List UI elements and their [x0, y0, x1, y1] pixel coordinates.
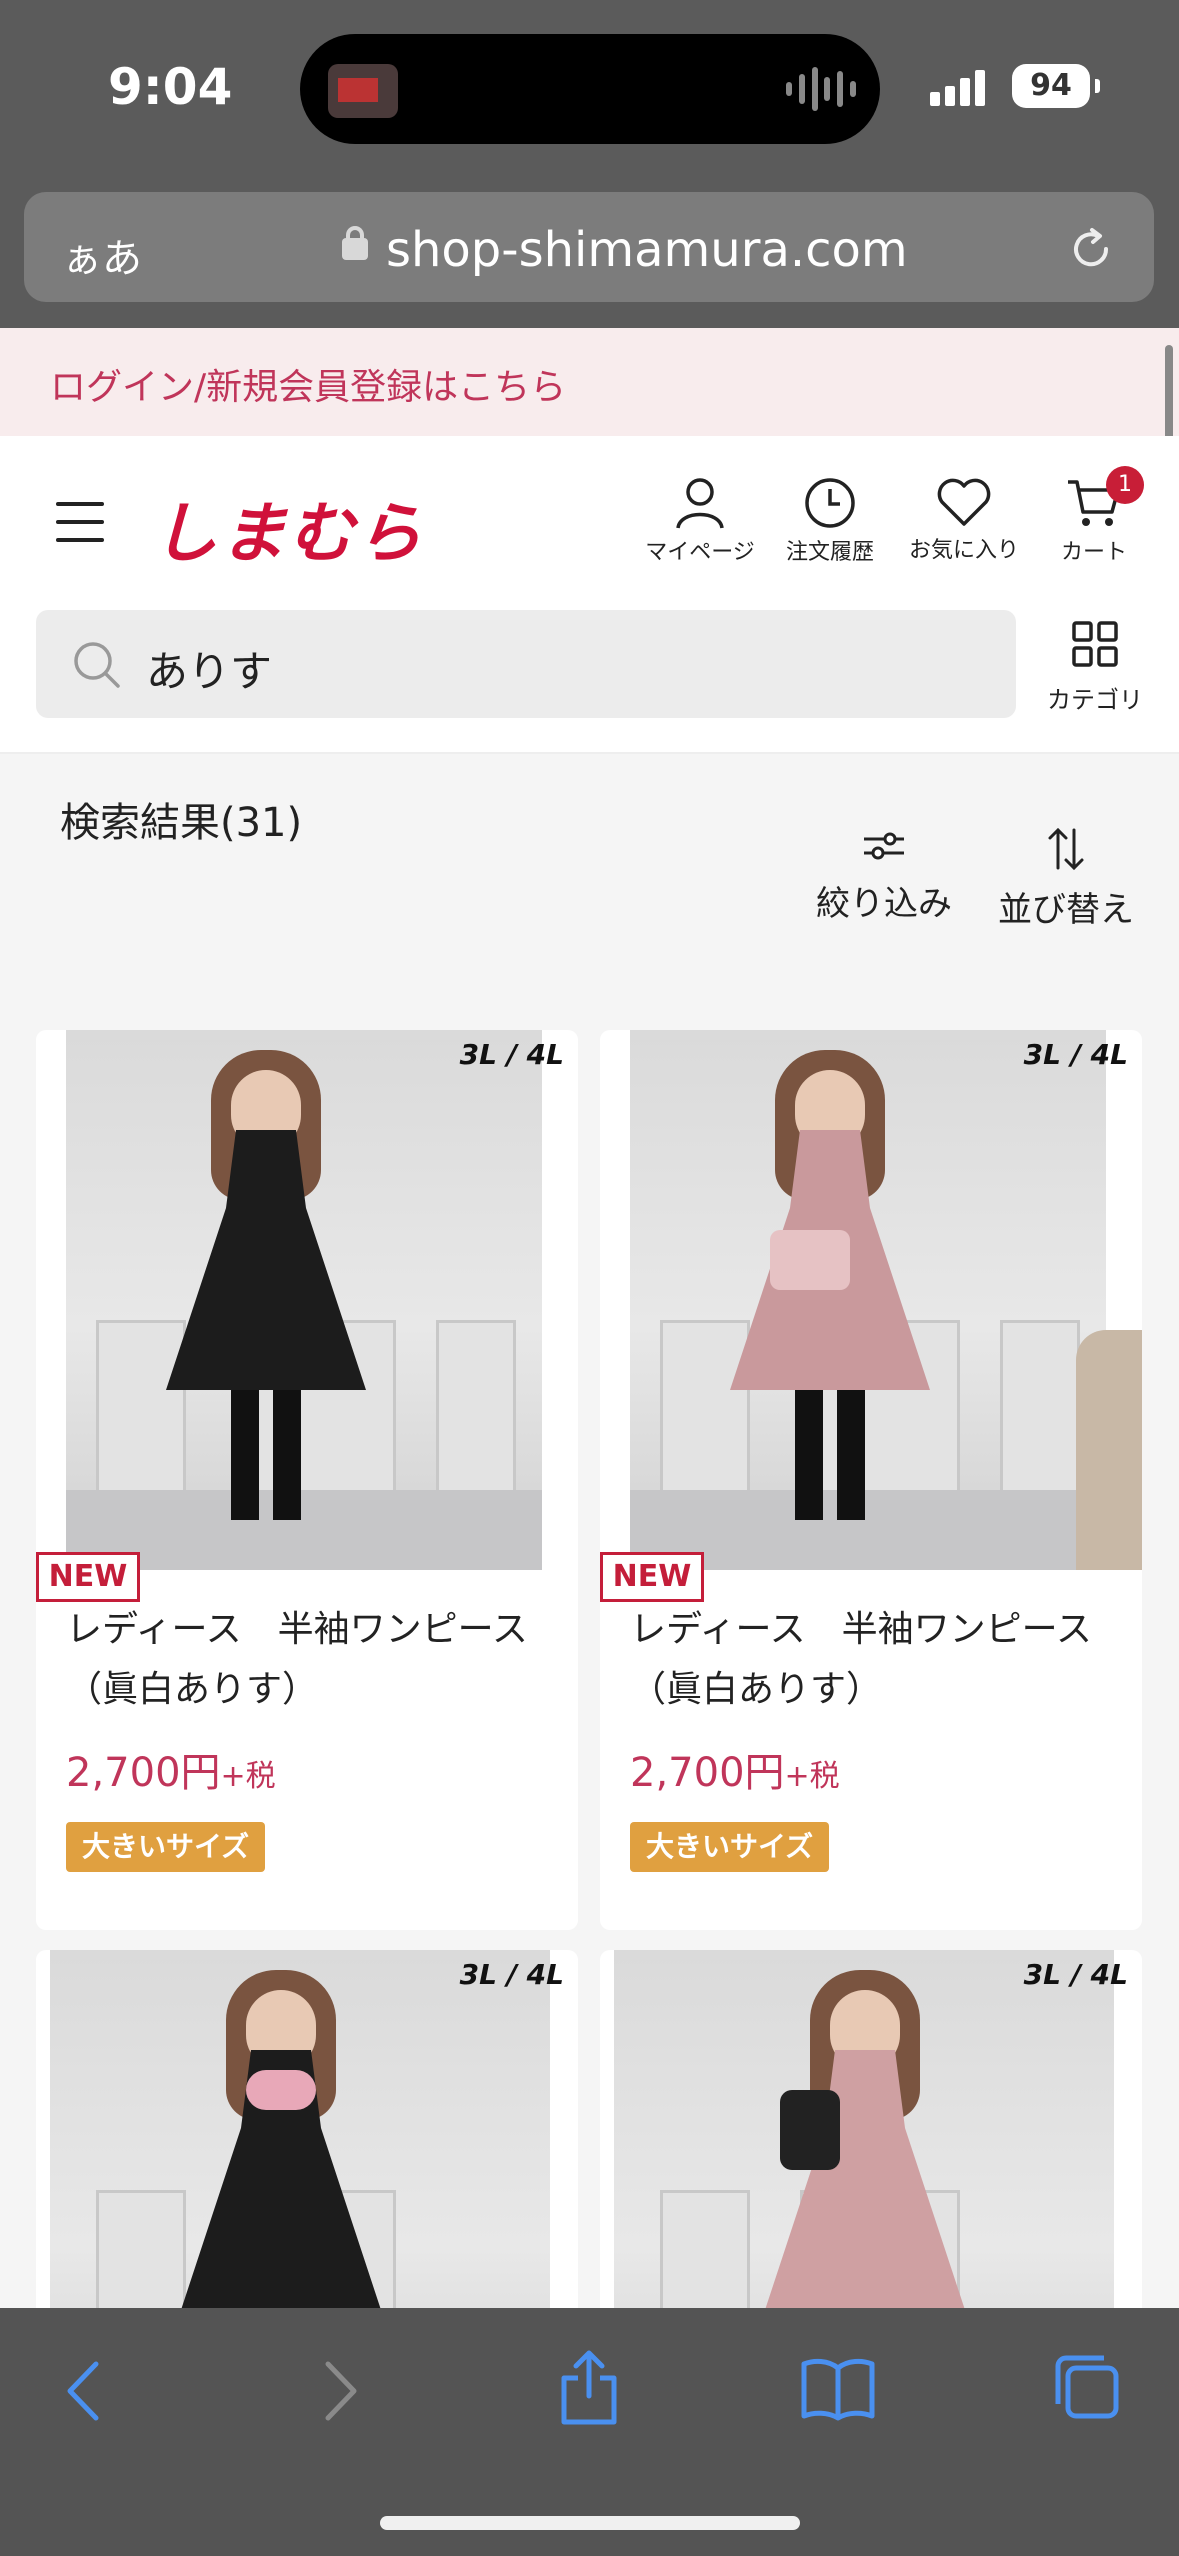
- sort-button[interactable]: 並び替え: [998, 826, 1134, 931]
- battery-indicator: 94: [1012, 64, 1100, 108]
- site-header: しまむら マイページ 注文履歴 お気に入り カート 1 ありす カテゴリ: [0, 436, 1179, 754]
- back-arrow-icon[interactable]: [62, 2358, 106, 2424]
- new-badge: NEW: [600, 1552, 704, 1602]
- tabs-icon[interactable]: [1052, 2352, 1122, 2422]
- size-tag: 3L / 4L: [459, 1958, 564, 1991]
- product-image[interactable]: 3L / 4L: [36, 1950, 578, 2350]
- favorites-button[interactable]: お気に入り: [894, 476, 1034, 564]
- product-price: 2,700円+税: [630, 1750, 840, 1796]
- search-input[interactable]: ありす: [36, 610, 1016, 718]
- product-name[interactable]: レディース 半袖ワンピース（眞白ありす）: [630, 1600, 1110, 1720]
- status-bar: 9:04 94: [0, 0, 1179, 180]
- sort-arrows-icon: [1048, 827, 1084, 871]
- product-card[interactable]: 3L / 4L: [600, 1950, 1142, 2350]
- order-history-label: 注文履歴: [785, 540, 874, 565]
- sort-label: 並び替え: [998, 890, 1134, 930]
- filter-sliders-icon: [864, 832, 904, 860]
- mypage-button[interactable]: マイページ: [630, 476, 770, 566]
- product-card[interactable]: 3L / 4L NEW レディース 半袖ワンピース（眞白ありす） 2,700円+…: [36, 1030, 578, 1930]
- product-price: 2,700円+税: [66, 1750, 276, 1796]
- search-result-count: 検索結果(31): [60, 800, 303, 846]
- search-query-text[interactable]: ありす: [146, 638, 272, 699]
- size-tag: 3L / 4L: [1023, 1958, 1128, 1991]
- forward-arrow-icon[interactable]: [318, 2358, 362, 2424]
- signal-icon: [930, 70, 990, 106]
- browser-address-area: ぁあ shop-shimamura.com: [0, 180, 1179, 328]
- share-icon[interactable]: [556, 2348, 622, 2428]
- large-size-tag: 大きいサイズ: [630, 1822, 830, 1872]
- reload-icon[interactable]: [1068, 226, 1114, 272]
- address-bar[interactable]: ぁあ shop-shimamura.com: [24, 192, 1154, 302]
- url-text[interactable]: shop-shimamura.com: [386, 222, 908, 278]
- search-icon: [74, 642, 120, 688]
- product-image[interactable]: 3L / 4L: [36, 1030, 578, 1570]
- reader-options-button[interactable]: ぁあ: [62, 226, 142, 284]
- large-size-tag: 大きいサイズ: [66, 1822, 266, 1872]
- login-register-link[interactable]: ログイン/新規会員登録はこちら: [50, 358, 566, 410]
- dynamic-island[interactable]: [300, 34, 880, 144]
- now-playing-thumbnail: [328, 64, 398, 118]
- audio-waveform-icon: [786, 64, 856, 114]
- cart-label: カート: [1060, 540, 1127, 565]
- category-label: カテゴリ: [1047, 686, 1143, 714]
- filter-button[interactable]: 絞り込み: [816, 826, 952, 925]
- product-card[interactable]: 3L / 4L: [36, 1950, 578, 2350]
- size-tag: 3L / 4L: [459, 1038, 564, 1071]
- product-image[interactable]: 3L / 4L: [600, 1030, 1142, 1570]
- category-button[interactable]: カテゴリ: [1040, 620, 1150, 715]
- shimamura-logo[interactable]: しまむら: [152, 480, 424, 576]
- order-history-button[interactable]: 注文履歴: [760, 476, 900, 566]
- person-icon: [676, 478, 724, 529]
- mypage-label: マイページ: [645, 540, 755, 565]
- heart-icon: [937, 478, 991, 526]
- hamburger-menu-icon[interactable]: [56, 502, 104, 542]
- filter-label: 絞り込み: [816, 884, 952, 924]
- favorites-label: お気に入り: [908, 538, 1019, 563]
- product-name[interactable]: レディース 半袖ワンピース（眞白ありす）: [66, 1600, 546, 1720]
- clock-icon: [805, 478, 855, 528]
- size-tag: 3L / 4L: [1023, 1038, 1128, 1071]
- cart-button[interactable]: カート 1: [1024, 466, 1164, 566]
- new-badge: NEW: [36, 1552, 140, 1602]
- product-image[interactable]: 3L / 4L: [600, 1950, 1142, 2350]
- grid-icon: [1072, 621, 1118, 667]
- login-banner[interactable]: ログイン/新規会員登録はこちら: [0, 328, 1179, 436]
- cart-count-badge: 1: [1106, 466, 1144, 504]
- status-time: 9:04: [108, 58, 233, 116]
- home-indicator[interactable]: [380, 2516, 800, 2530]
- bookmarks-icon[interactable]: [800, 2356, 876, 2422]
- lock-icon: [342, 226, 368, 260]
- product-card[interactable]: 3L / 4L NEW レディース 半袖ワンピース（眞白ありす） 2,700円+…: [600, 1030, 1142, 1930]
